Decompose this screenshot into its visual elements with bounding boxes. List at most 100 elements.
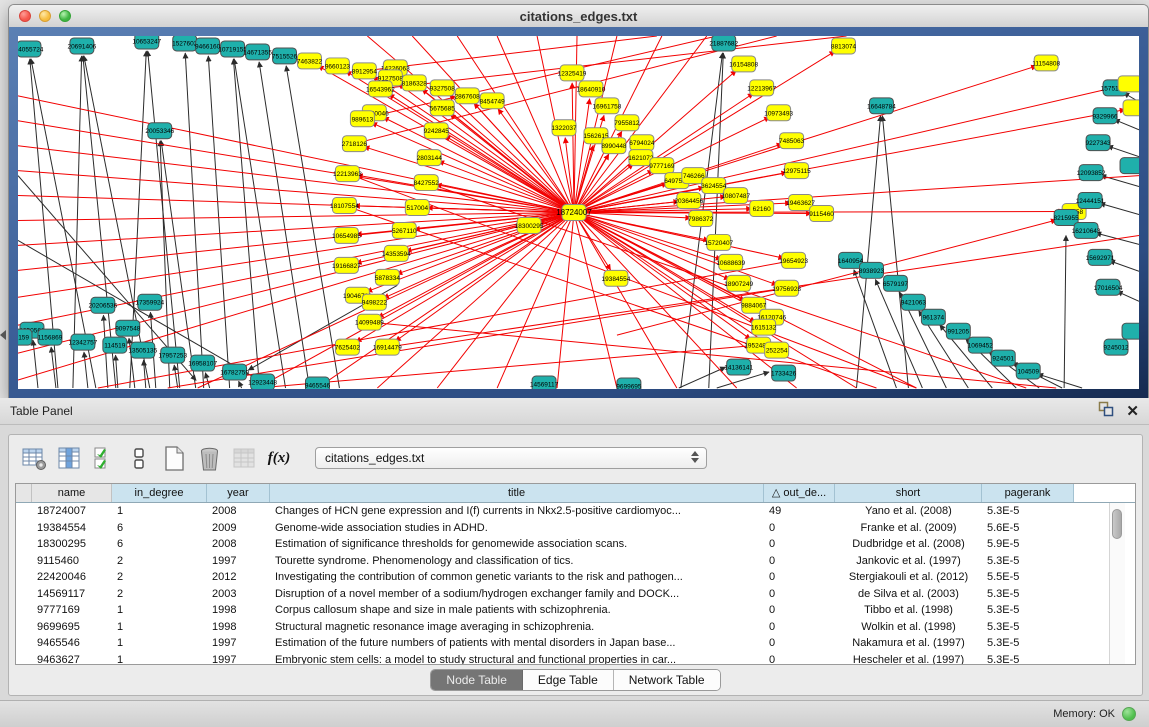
graph-node[interactable]: 21887682 [709, 36, 738, 51]
graph-node[interactable]: 7955812 [614, 115, 640, 131]
graph-node[interactable]: 18640910 [577, 81, 606, 97]
graph-node[interactable]: 8427552 [414, 175, 440, 191]
graph-node[interactable]: 17016504 [1094, 279, 1123, 295]
graph-node[interactable]: 14671355 [243, 44, 272, 60]
graph-node[interactable]: 10653247 [132, 36, 161, 49]
graph-node[interactable]: 14055724 [18, 41, 44, 57]
graph-node[interactable]: 9498222 [362, 294, 388, 310]
graph-node[interactable]: 20053346 [145, 123, 174, 139]
table-selector-dropdown[interactable]: citations_edges.txt [315, 447, 707, 469]
graph-node[interactable]: 7463822 [297, 53, 323, 69]
zoom-window-icon[interactable] [59, 10, 71, 22]
graph-node[interactable]: 9245012 [1103, 339, 1129, 355]
column-header[interactable]: title [270, 484, 764, 502]
graph-node[interactable]: 13505135 [128, 342, 157, 358]
graph-node[interactable]: 1615132 [751, 319, 777, 335]
close-panel-icon[interactable]: ✕ [1126, 404, 1139, 420]
graph-node[interactable]: 9227343 [1085, 135, 1111, 151]
graph-node[interactable]: 8454749 [480, 93, 506, 109]
graph-node[interactable]: 17359924 [135, 294, 164, 310]
column-header[interactable]: name [32, 484, 112, 502]
graph-node[interactable]: 9242845 [424, 123, 450, 139]
graph-node[interactable]: 8186328 [402, 75, 428, 91]
graph-node[interactable]: 961374 [921, 309, 945, 325]
graph-node[interactable]: 1733426 [771, 365, 797, 381]
graph-node[interactable]: 12342757 [68, 334, 97, 350]
graph-node[interactable]: 7515526 [272, 48, 298, 64]
table-row[interactable]: 977716911998Corpus callosum shape and si… [16, 602, 1135, 619]
graph-node[interactable]: 114519 [103, 337, 127, 353]
graph-node[interactable]: 14136141 [724, 359, 753, 375]
graph-node[interactable]: 7485063 [779, 133, 805, 149]
graph-node[interactable]: 17957253 [158, 347, 187, 363]
graph-node[interactable]: 9777169 [649, 158, 675, 174]
network-canvas[interactable]: 1405572420691406106532471527602946616010… [18, 36, 1139, 389]
column-header[interactable]: in_degree [112, 484, 207, 502]
graph-node[interactable] [1118, 76, 1139, 92]
graph-node[interactable]: 19166827 [332, 257, 361, 273]
graph-node[interactable]: 12975115 [782, 163, 811, 179]
graph-node[interactable]: 991205 [946, 323, 970, 339]
column-header[interactable]: year [207, 484, 270, 502]
column-header[interactable]: pagerank [982, 484, 1074, 502]
graph-node[interactable]: 252254 [765, 342, 789, 358]
graph-node[interactable]: 16961758 [593, 98, 622, 114]
table-row[interactable]: 1872400712008Changes of HCN gene express… [16, 503, 1135, 520]
graph-node[interactable] [1123, 100, 1139, 116]
table-options-icon[interactable] [21, 444, 47, 472]
graph-node[interactable]: 6794024 [629, 135, 655, 151]
graph-node[interactable]: 15720407 [704, 234, 733, 250]
graph-node[interactable]: 9699695 [616, 378, 642, 389]
float-window-icon[interactable] [1098, 401, 1114, 422]
graph-node[interactable]: 2718126 [342, 136, 368, 152]
graph-node[interactable]: 9660123 [325, 58, 351, 74]
graph-node[interactable]: 16543962 [366, 81, 395, 97]
graph-node[interactable]: 10973493 [764, 105, 793, 121]
select-all-icon[interactable] [91, 444, 117, 472]
window-titlebar[interactable]: citations_edges.txt [9, 5, 1148, 28]
graph-node[interactable]: 20364456 [674, 193, 703, 209]
graph-node[interactable]: 18107554 [330, 198, 359, 214]
table-row[interactable]: 1830029562008Estimation of significance … [16, 536, 1135, 553]
column-header[interactable]: short [835, 484, 982, 502]
show-columns-icon[interactable] [56, 444, 82, 472]
graph-node[interactable]: 1069452 [968, 337, 994, 353]
graph-node[interactable]: 3624554 [701, 178, 727, 194]
graph-node[interactable]: 1527602 [172, 36, 198, 51]
graph-node[interactable]: 10654985 [332, 227, 361, 243]
graph-node[interactable]: 14353594 [382, 245, 411, 261]
graph-node[interactable]: 8912954 [352, 63, 378, 79]
tab-edge-table[interactable]: Edge Table [523, 670, 614, 690]
graph-node[interactable]: 15692971 [1086, 249, 1115, 265]
network-graph[interactable]: 1405572420691406106532471527602946616010… [18, 36, 1139, 389]
graph-node[interactable]: 1322037 [551, 120, 577, 136]
graph-node[interactable]: 16154808 [729, 56, 758, 72]
table-row[interactable]: 911546021997Tourette syndrome. Phenomeno… [16, 553, 1135, 570]
scrollbar-thumb[interactable] [1112, 509, 1122, 539]
graph-node[interactable]: 16648784 [867, 98, 896, 114]
graph-node[interactable]: 104509 [1016, 363, 1040, 379]
close-window-icon[interactable] [19, 10, 31, 22]
graph-node[interactable]: 9329966 [1092, 108, 1118, 124]
clear-selection-icon[interactable] [126, 444, 152, 472]
graph-node[interactable]: 12325419 [558, 65, 587, 81]
graph-node[interactable]: 18907249 [724, 275, 753, 291]
tab-network-table[interactable]: Network Table [614, 670, 720, 690]
graph-node[interactable]: 12213967 [747, 80, 776, 96]
graph-node[interactable]: 14569117 [530, 376, 559, 389]
graph-node[interactable]: 16914479 [373, 339, 402, 355]
new-table-icon[interactable] [161, 444, 187, 472]
graph-node[interactable]: 10807487 [721, 188, 750, 204]
vertical-scrollbar[interactable] [1109, 503, 1125, 664]
graph-node[interactable]: 12093852 [1077, 165, 1106, 181]
graph-node[interactable]: 18300295 [515, 217, 544, 233]
collapse-panel-arrow-icon[interactable] [0, 330, 6, 340]
graph-node[interactable]: 12444151 [1076, 193, 1105, 209]
graph-node[interactable]: 8938923 [859, 262, 885, 278]
graph-node[interactable]: 8813074 [831, 38, 857, 54]
table-row[interactable]: 946362711997Embryonic stem cells: a mode… [16, 652, 1135, 666]
graph-node[interactable]: 20206536 [88, 297, 117, 313]
function-builder-icon[interactable]: f(x) [266, 444, 292, 472]
table-row[interactable]: 1938455462009Genome-wide association stu… [16, 520, 1135, 537]
graph-node[interactable]: 19384554 [602, 270, 631, 286]
